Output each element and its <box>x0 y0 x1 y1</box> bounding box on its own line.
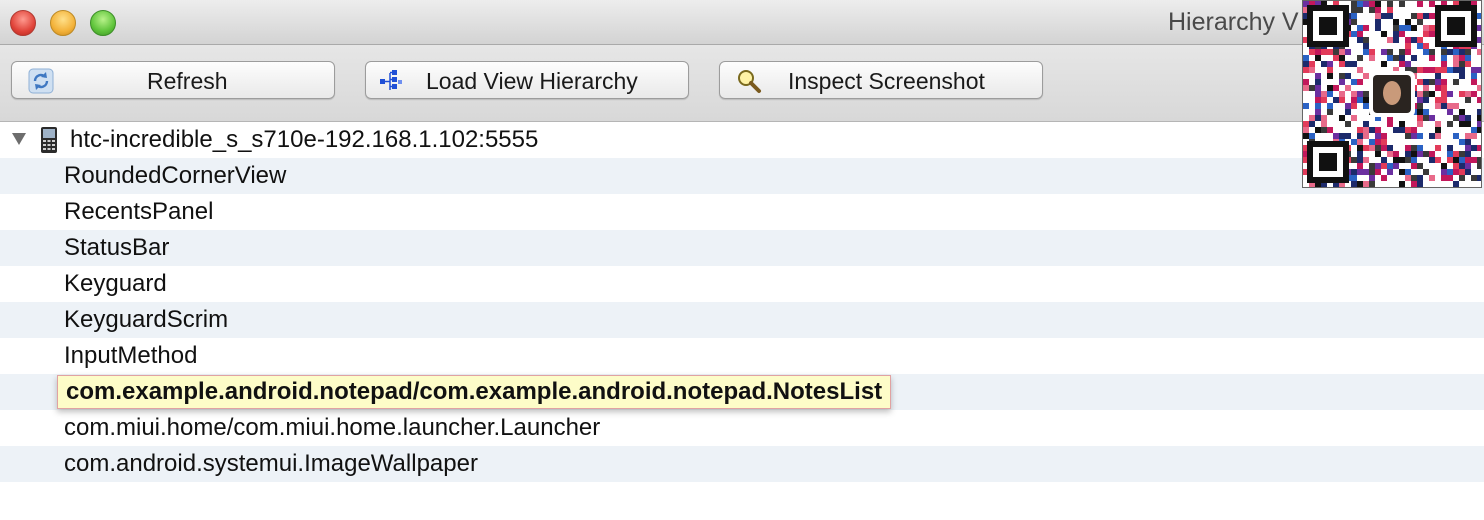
magnifier-icon <box>738 70 761 93</box>
refresh-icon <box>28 68 54 94</box>
window-row[interactable]: RecentsPanel <box>0 194 1484 230</box>
window-row[interactable]: StatusBar <box>0 230 1484 266</box>
window-row[interactable]: com.android.systemui.ImageWallpaper <box>0 446 1484 482</box>
inspect-screenshot-button[interactable]: Inspect Screenshot <box>719 61 1043 99</box>
window-name: InputMethod <box>64 342 198 369</box>
zoom-window-button[interactable] <box>90 10 116 36</box>
window-title: Hierarchy V <box>1168 8 1299 36</box>
refresh-label: Refresh <box>147 68 228 94</box>
hierarchy-tree-icon <box>380 70 402 90</box>
phone-icon <box>41 127 57 153</box>
inspect-screenshot-label: Inspect Screenshot <box>788 68 985 94</box>
device-name: htc-incredible_s_s710e-192.168.1.102:555… <box>70 126 539 153</box>
device-row[interactable]: htc-incredible_s_s710e-192.168.1.102:555… <box>0 122 1484 158</box>
refresh-button[interactable]: Refresh <box>11 61 335 99</box>
window-row-selected[interactable]: com.example.android.notepad/com.example.… <box>0 374 1484 410</box>
window-name: RoundedCornerView <box>64 162 287 189</box>
qr-code-overlay <box>1302 0 1482 188</box>
toolbar: Refresh Load View Hierarchy Inspect Scre… <box>0 45 1484 122</box>
window-row[interactable]: com.miui.home/com.miui.home.launcher.Lau… <box>0 410 1484 446</box>
window-row[interactable]: RoundedCornerView <box>0 158 1484 194</box>
load-view-hierarchy-label: Load View Hierarchy <box>426 68 638 94</box>
selected-window-name: com.example.android.notepad/com.example.… <box>57 375 892 409</box>
window-name: Keyguard <box>64 270 167 297</box>
load-view-hierarchy-button[interactable]: Load View Hierarchy <box>365 61 689 99</box>
window-name: RecentsPanel <box>64 198 214 225</box>
title-bar: Hierarchy V <box>0 0 1484 45</box>
empty-row <box>0 482 1484 518</box>
minimize-window-button[interactable] <box>50 10 76 36</box>
close-window-button[interactable] <box>10 10 36 36</box>
disclosure-triangle-icon[interactable] <box>11 132 27 146</box>
window-row[interactable]: Keyguard <box>0 266 1484 302</box>
window-name: com.miui.home/com.miui.home.launcher.Lau… <box>64 414 601 441</box>
qr-code-icon <box>1303 1 1481 187</box>
device-window-tree[interactable]: htc-incredible_s_s710e-192.168.1.102:555… <box>0 122 1484 520</box>
window-row[interactable]: InputMethod <box>0 338 1484 374</box>
window-row[interactable]: KeyguardScrim <box>0 302 1484 338</box>
window-name: com.android.systemui.ImageWallpaper <box>64 450 478 477</box>
window-name: StatusBar <box>64 234 170 261</box>
window-name: KeyguardScrim <box>64 306 229 333</box>
